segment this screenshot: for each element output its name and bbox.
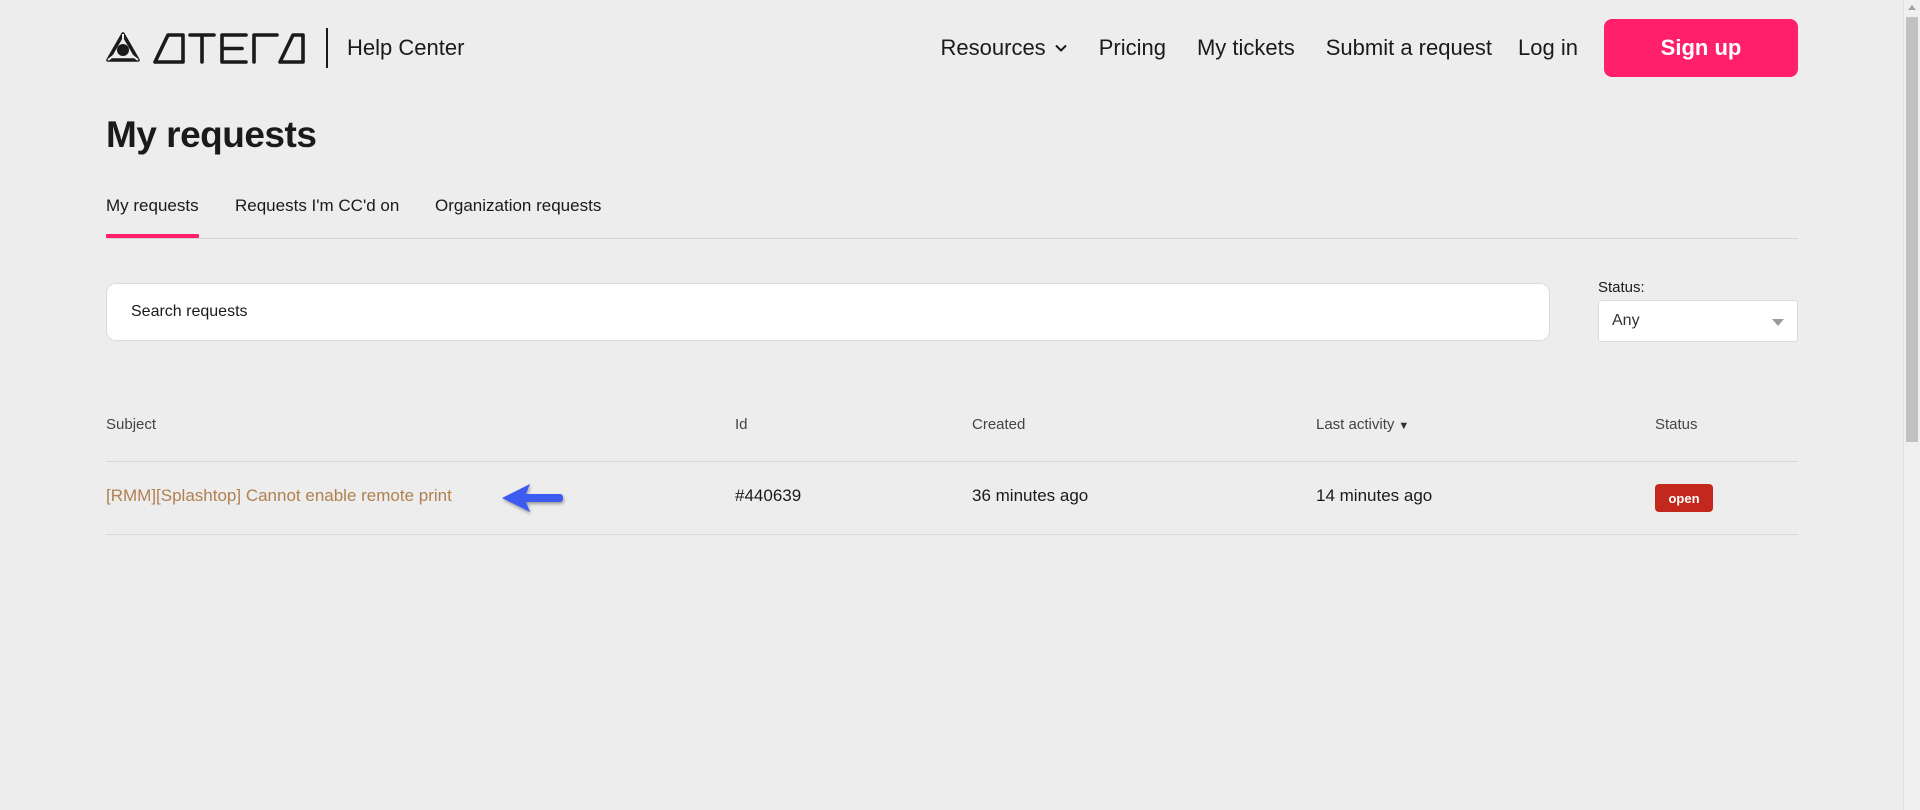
chevron-down-icon xyxy=(1054,44,1067,52)
dropdown-caret-icon xyxy=(1772,319,1784,326)
main-nav: Resources Pricing My tickets Submit a re… xyxy=(941,19,1798,77)
pointer-arrow-icon xyxy=(502,484,563,512)
page: Help Center Resources Pricing My tickets… xyxy=(0,0,1920,810)
logo-divider xyxy=(326,28,328,68)
requests-table: Subject Id Created Last activity ▼ Status… xyxy=(106,400,1798,535)
page-title: My requests xyxy=(106,114,317,155)
request-subject-link[interactable]: [RMM][Splashtop] Cannot enable remote pr… xyxy=(106,486,452,505)
table-row: [RMM][Splashtop] Cannot enable remote pr… xyxy=(106,462,1798,535)
cell-last-activity: 14 minutes ago xyxy=(1316,486,1433,505)
status-filter-label: Status: xyxy=(1598,279,1645,296)
signup-button[interactable]: Sign up xyxy=(1604,19,1798,77)
nav-my-tickets[interactable]: My tickets xyxy=(1197,35,1295,61)
nav-submit-request[interactable]: Submit a request xyxy=(1326,35,1492,61)
nav-resources-label: Resources xyxy=(940,35,1046,60)
atera-logo-icon xyxy=(106,32,140,62)
table-header: Subject Id Created Last activity ▼ Status xyxy=(106,400,1798,462)
status-filter-select[interactable]: Any xyxy=(1598,300,1798,342)
scroll-up-icon[interactable] xyxy=(1908,5,1916,10)
login-link[interactable]: Log in xyxy=(1518,35,1578,61)
cell-created: 36 minutes ago xyxy=(972,486,1089,505)
sort-desc-icon: ▼ xyxy=(1398,420,1410,432)
header-status[interactable]: Status xyxy=(1655,416,1698,433)
header-id[interactable]: Id xyxy=(735,416,748,433)
search-input[interactable] xyxy=(106,283,1550,341)
tab-requests-cc[interactable]: Requests I'm CC'd on xyxy=(235,196,399,216)
tab-my-requests[interactable]: My requests xyxy=(106,196,199,238)
status-filter-value: Any xyxy=(1612,312,1640,329)
cell-subject: [RMM][Splashtop] Cannot enable remote pr… xyxy=(106,486,452,506)
atera-wordmark xyxy=(153,33,305,64)
header-created[interactable]: Created xyxy=(972,416,1025,433)
cell-id: #440639 xyxy=(735,486,802,505)
header-subject[interactable]: Subject xyxy=(106,416,156,433)
tab-organization-requests[interactable]: Organization requests xyxy=(435,196,601,216)
scroll-thumb[interactable] xyxy=(1906,17,1918,442)
header-last-activity[interactable]: Last activity ▼ xyxy=(1316,416,1409,433)
request-tabs: My requests Requests I'm CC'd on Organiz… xyxy=(106,196,1798,239)
vertical-scrollbar[interactable] xyxy=(1903,0,1920,810)
header-last-activity-label: Last activity xyxy=(1316,416,1395,433)
nav-pricing[interactable]: Pricing xyxy=(1099,35,1166,61)
site-header: Help Center Resources Pricing My tickets… xyxy=(106,18,1798,78)
help-center-label[interactable]: Help Center xyxy=(347,35,464,61)
nav-resources[interactable]: Resources xyxy=(941,35,1068,61)
status-badge: open xyxy=(1655,484,1713,512)
logo[interactable] xyxy=(106,31,306,65)
